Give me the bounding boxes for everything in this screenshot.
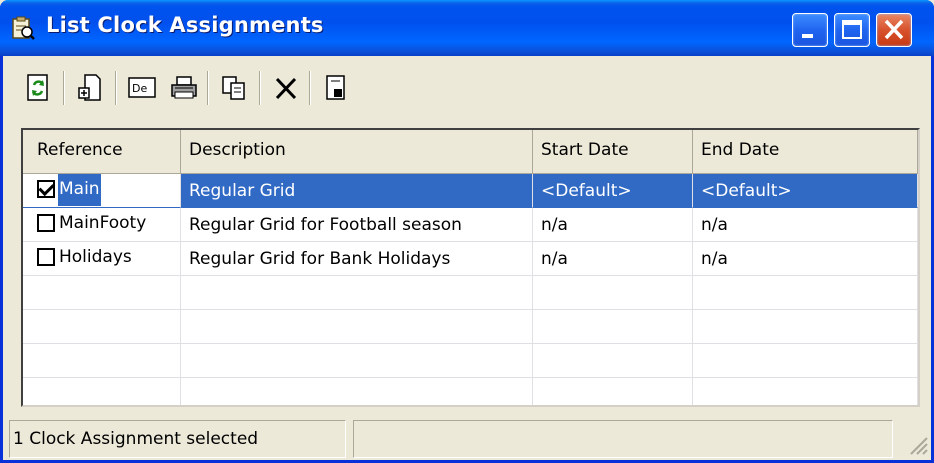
description-cell: Regular Grid for Bank Holidays bbox=[181, 242, 533, 276]
column-header-end-date[interactable]: End Date bbox=[693, 130, 918, 174]
row-checkbox[interactable] bbox=[37, 180, 55, 198]
description-cell: Regular Grid bbox=[181, 174, 533, 208]
minimize-button[interactable] bbox=[792, 13, 828, 47]
details-icon-label: De bbox=[132, 82, 147, 95]
resize-grip-icon[interactable] bbox=[907, 434, 929, 456]
clock-assignments-grid: Reference Description Start Date End Dat… bbox=[21, 128, 920, 407]
refresh-icon bbox=[27, 74, 48, 101]
details-button[interactable]: De bbox=[125, 69, 159, 107]
properties-button[interactable] bbox=[319, 69, 353, 107]
table-row[interactable]: MainFooty Regular Grid for Football seas… bbox=[23, 208, 918, 242]
empty-row bbox=[23, 276, 918, 310]
row-checkbox[interactable] bbox=[37, 248, 55, 266]
reference-cell[interactable]: Holidays bbox=[23, 242, 181, 276]
status-bar: 1 Clock Assignment selected bbox=[3, 420, 931, 460]
toolbar-separator bbox=[63, 71, 65, 105]
maximize-button[interactable] bbox=[834, 13, 870, 47]
toolbar-separator bbox=[115, 71, 117, 105]
row-checkbox[interactable] bbox=[37, 214, 55, 232]
column-header-start-date[interactable]: Start Date bbox=[533, 130, 693, 174]
close-icon bbox=[884, 19, 904, 40]
toolbar-separator bbox=[207, 71, 209, 105]
maximize-icon bbox=[842, 20, 862, 39]
toolbar-separator bbox=[309, 71, 311, 105]
delete-button[interactable] bbox=[269, 69, 303, 107]
clock-list-icon bbox=[12, 16, 35, 40]
new-document-icon bbox=[78, 74, 101, 101]
start-date-cell: n/a bbox=[533, 208, 693, 242]
status-text: 1 Clock Assignment selected bbox=[9, 420, 346, 458]
column-header-description[interactable]: Description bbox=[181, 130, 533, 174]
close-button[interactable] bbox=[876, 13, 912, 47]
window-title: List Clock Assignments bbox=[46, 13, 324, 37]
empty-row bbox=[23, 310, 918, 344]
end-date-cell: n/a bbox=[693, 208, 918, 242]
print-icon bbox=[171, 76, 197, 99]
copy-button[interactable] bbox=[217, 69, 251, 107]
reference-value: Main bbox=[58, 174, 101, 206]
minimize-icon bbox=[802, 34, 813, 38]
reference-cell[interactable]: MainFooty bbox=[23, 208, 181, 242]
grid-header: Reference Description Start Date End Dat… bbox=[23, 130, 918, 174]
details-icon: De bbox=[128, 77, 156, 98]
reference-cell[interactable]: Main bbox=[23, 174, 181, 208]
table-row[interactable]: Main Regular Grid <Default> <Default> bbox=[23, 174, 918, 208]
toolbar: De bbox=[17, 67, 717, 111]
refresh-button[interactable] bbox=[21, 69, 55, 107]
end-date-cell: <Default> bbox=[693, 174, 918, 208]
empty-row bbox=[23, 344, 918, 378]
status-pane-secondary bbox=[353, 420, 893, 458]
table-row[interactable]: Holidays Regular Grid for Bank Holidays … bbox=[23, 242, 918, 276]
delete-icon bbox=[275, 77, 297, 100]
column-header-reference[interactable]: Reference bbox=[23, 130, 181, 174]
copy-icon bbox=[222, 76, 245, 100]
start-date-cell: n/a bbox=[533, 242, 693, 276]
reference-value: MainFooty bbox=[59, 213, 147, 233]
start-date-cell: <Default> bbox=[533, 174, 693, 208]
print-button[interactable] bbox=[167, 69, 201, 107]
list-clock-assignments-window: List Clock Assignments De Reference Desc… bbox=[0, 0, 934, 463]
title-bar[interactable]: List Clock Assignments bbox=[0, 0, 934, 56]
end-date-cell: n/a bbox=[693, 242, 918, 276]
reference-value: Holidays bbox=[59, 247, 132, 267]
new-button[interactable] bbox=[73, 69, 107, 107]
empty-row bbox=[23, 378, 918, 405]
properties-icon bbox=[326, 75, 345, 100]
toolbar-separator bbox=[259, 71, 261, 105]
description-cell: Regular Grid for Football season bbox=[181, 208, 533, 242]
